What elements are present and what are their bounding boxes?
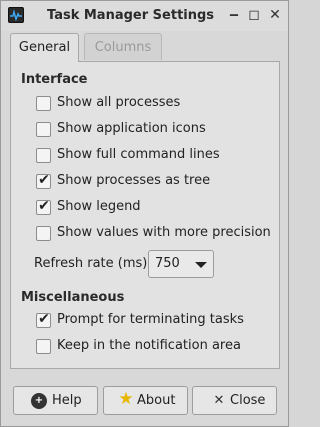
check-mark-icon: ✔ xyxy=(38,311,50,327)
checkbox[interactable] xyxy=(36,148,51,163)
checkbox[interactable] xyxy=(36,96,51,111)
check-mark-icon: ✔ xyxy=(38,198,50,214)
minimize-button[interactable]: ‒ xyxy=(226,7,242,23)
checkbox[interactable]: ✔ xyxy=(36,172,51,189)
checkbox[interactable]: ✔ xyxy=(36,198,51,215)
checkbox[interactable] xyxy=(36,226,51,241)
about-button[interactable]: ★ About xyxy=(103,386,188,415)
check-mark-icon: ✔ xyxy=(38,172,50,188)
help-button[interactable]: + Help xyxy=(13,386,98,415)
checkbox[interactable] xyxy=(36,339,51,354)
tab-columns[interactable]: Columns xyxy=(84,33,162,60)
settings-window: Task Manager Settings ‒ ◻ ✕ General Colu… xyxy=(0,0,289,427)
option-label: Keep in the notification area xyxy=(57,338,241,353)
window-title: Task Manager Settings xyxy=(47,8,215,23)
help-icon: + xyxy=(31,393,47,409)
checkbox[interactable]: ✔ xyxy=(36,311,51,328)
option-label: Show full command lines xyxy=(57,147,220,162)
option-label: Show application icons xyxy=(57,121,206,136)
option-label: Show processes as tree xyxy=(57,173,211,188)
option-label: Show legend xyxy=(57,199,141,214)
close-icon: ✕ xyxy=(213,393,225,408)
close-button-label: Close xyxy=(230,393,266,408)
close-button[interactable]: ✕ Close xyxy=(192,386,277,415)
task-manager-icon xyxy=(8,7,24,23)
chevron-down-icon xyxy=(195,262,207,268)
option-label: Show values with more precision xyxy=(57,225,271,240)
option-label: Show all processes xyxy=(57,95,181,110)
section-heading-miscellaneous: Miscellaneous xyxy=(21,290,125,305)
window-close-button[interactable]: ✕ xyxy=(267,7,283,23)
about-button-label: About xyxy=(137,393,176,408)
help-button-label: Help xyxy=(52,393,82,408)
section-heading-interface: Interface xyxy=(21,72,88,87)
refresh-rate-value: 750 xyxy=(155,256,180,271)
refresh-rate-select[interactable]: 750 xyxy=(148,250,214,278)
option-label: Prompt for terminating tasks xyxy=(57,312,244,327)
refresh-rate-label: Refresh rate (ms): xyxy=(34,256,152,271)
star-icon: ★ xyxy=(118,389,134,409)
title-bar[interactable]: Task Manager Settings ‒ ◻ ✕ xyxy=(1,1,288,31)
checkbox[interactable] xyxy=(36,122,51,137)
tab-general[interactable]: General xyxy=(10,33,79,62)
maximize-button[interactable]: ◻ xyxy=(246,7,262,23)
